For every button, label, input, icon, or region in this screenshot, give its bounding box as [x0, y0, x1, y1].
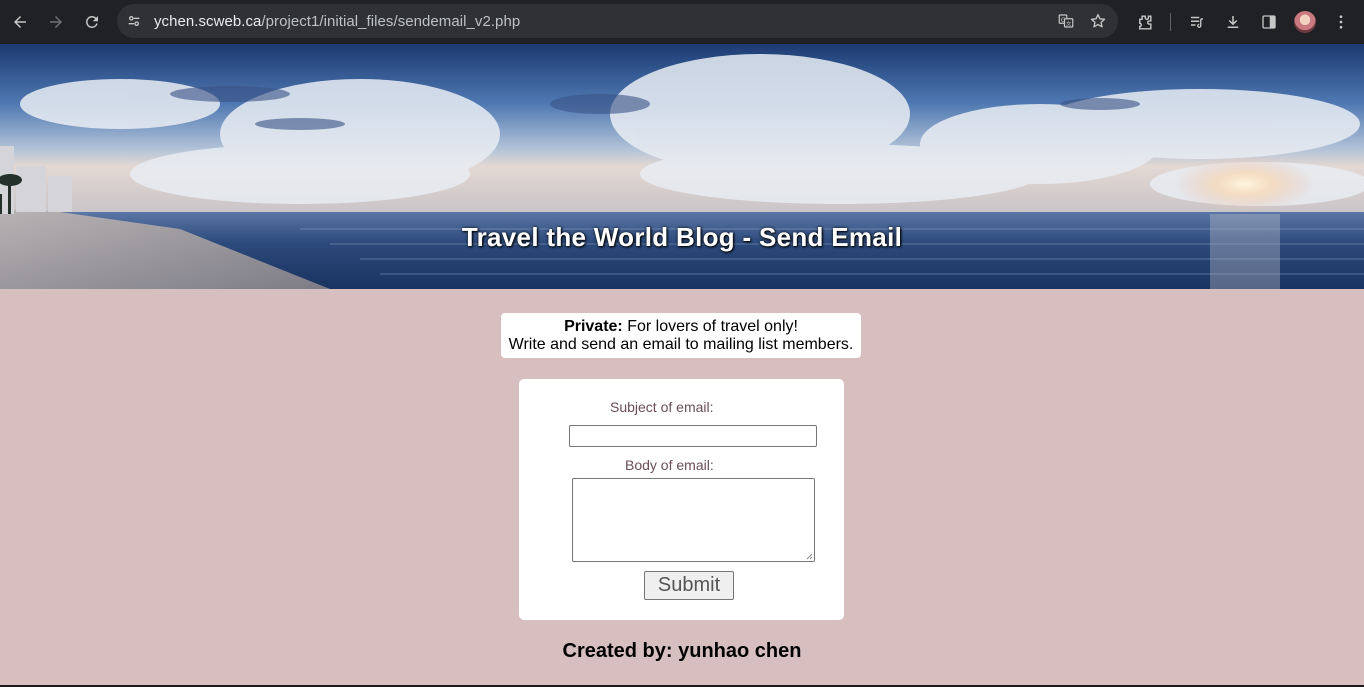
bookmark-star-icon[interactable]	[1086, 9, 1110, 33]
forward-icon[interactable]	[38, 4, 74, 40]
submit-button[interactable]: Submit	[644, 571, 734, 600]
url-text: ychen.scweb.ca/project1/initial_files/se…	[154, 13, 520, 30]
subject-label: Subject of email:	[610, 399, 714, 415]
avatar-image	[1294, 11, 1316, 33]
notice-line-2: Write and send an email to mailing list …	[508, 336, 854, 353]
side-panel-icon[interactable]	[1253, 6, 1285, 38]
profile-avatar[interactable]	[1289, 6, 1321, 38]
browser-toolbar: ychen.scweb.ca/project1/initial_files/se…	[0, 0, 1364, 44]
notice-line-1-text: For lovers of travel only!	[622, 318, 798, 335]
url-host: ychen.scweb.ca	[154, 12, 262, 30]
extensions-icon[interactable]	[1128, 6, 1160, 38]
more-menu-icon[interactable]	[1325, 6, 1357, 38]
url-path: /project1/initial_files/sendemail_v2.php	[261, 12, 521, 30]
email-form: Subject of email: Body of email: Submit	[519, 379, 844, 620]
reading-list-icon[interactable]	[1181, 6, 1213, 38]
page-title: Travel the World Blog - Send Email	[461, 222, 903, 252]
reload-icon[interactable]	[74, 4, 110, 40]
back-icon[interactable]	[2, 4, 38, 40]
download-icon[interactable]	[1217, 6, 1249, 38]
body-label: Body of email:	[625, 457, 714, 473]
resize-grip-icon[interactable]	[805, 552, 813, 560]
site-info-icon[interactable]	[123, 10, 145, 32]
footer-credit: Created by: yunhao chen	[562, 640, 802, 662]
translate-icon[interactable]: G文	[1054, 9, 1078, 33]
svg-text:G: G	[1061, 17, 1066, 24]
body-textarea[interactable]	[572, 478, 815, 562]
notice-line-1: Private: For lovers of travel only!	[501, 318, 861, 336]
subject-input[interactable]	[569, 425, 817, 447]
toolbar-divider	[1170, 13, 1171, 31]
address-bar[interactable]: ychen.scweb.ca/project1/initial_files/se…	[117, 4, 1118, 38]
notice-label: Private:	[564, 318, 623, 335]
private-notice: Private: For lovers of travel only! Writ…	[501, 313, 861, 358]
header-banner: Travel the World Blog - Send Email	[0, 44, 1364, 289]
